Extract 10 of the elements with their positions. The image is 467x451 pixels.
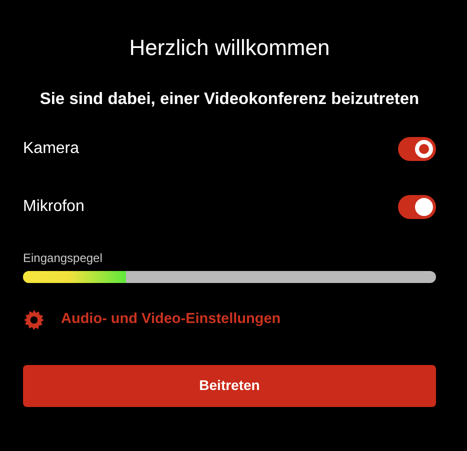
subtitle: Sie sind dabei, einer Videokonferenz beizutreten [38, 89, 420, 110]
meter-label: Eingangspegel [23, 250, 104, 267]
settings-link[interactable]: Audio- und Video-Einstellungen [61, 308, 281, 331]
toggle-switch[interactable] [398, 194, 436, 219]
toggle-switch[interactable] [398, 136, 436, 161]
toggle-label: Mikrofon [23, 196, 84, 217]
join-button[interactable]: Beitreten [23, 364, 436, 407]
gear-icon[interactable] [23, 308, 45, 331]
page-title: Herzlich willkommen [128, 34, 331, 62]
toggle-label: Kamera [23, 138, 80, 159]
